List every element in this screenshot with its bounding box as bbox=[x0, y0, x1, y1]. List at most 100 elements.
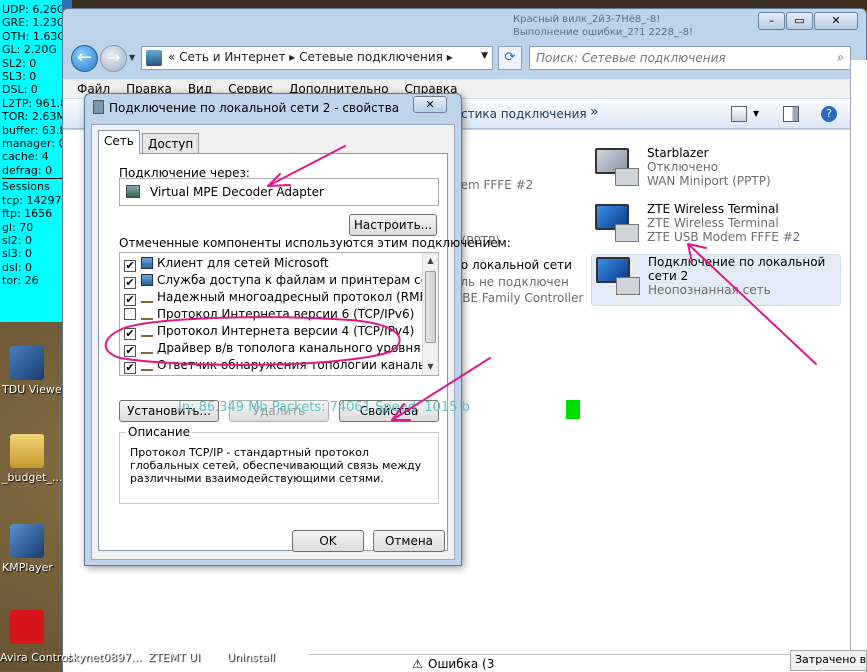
stat-line: manager: 0 bbox=[2, 137, 62, 151]
component-label: Клиент для сетей Microsoft bbox=[157, 256, 329, 270]
preview-pane-icon[interactable] bbox=[783, 106, 799, 122]
stat-line: TOR: 2.63M bbox=[2, 110, 62, 124]
chevron-down-icon[interactable]: ▼ bbox=[481, 51, 488, 61]
configure-button[interactable]: Настроить... bbox=[349, 214, 437, 236]
view-options-icon[interactable] bbox=[731, 106, 747, 122]
protocol-icon bbox=[141, 312, 153, 320]
ok-button[interactable]: OK bbox=[292, 530, 364, 552]
protocol-icon bbox=[141, 346, 153, 354]
close-button[interactable]: ✕ bbox=[814, 12, 858, 30]
error-icon: ⚠ bbox=[412, 657, 423, 671]
stat-line: OTH: 1.63G bbox=[2, 29, 62, 43]
component-checkbox[interactable]: ✔ bbox=[124, 362, 136, 374]
connection-local-area-2[interactable]: Подключение по локальной сети 2 Неопозна… bbox=[591, 254, 841, 306]
components-list[interactable]: ✔ Клиент для сетей Microsoft ✔ Служба досту… bbox=[119, 252, 439, 376]
desktop-icon-kmplayer[interactable]: KMPlayer bbox=[2, 524, 66, 574]
help-icon[interactable]: ? bbox=[821, 106, 837, 122]
component-checkbox[interactable]: ✔ bbox=[124, 328, 136, 340]
component-checkbox[interactable] bbox=[124, 308, 136, 320]
properties-dialog: Подключение по локальной сети 2 - свойст… bbox=[84, 93, 511, 566]
component-label: Служба доступа к файлам и принтерам сете… bbox=[157, 273, 434, 287]
refresh-button[interactable]: ⟳ bbox=[498, 46, 522, 70]
stat-line: SL3: 0 bbox=[2, 70, 37, 84]
network-adapter-icon bbox=[126, 185, 140, 198]
component-row[interactable]: ✔ Служба доступа к файлам и принтерам сет… bbox=[124, 273, 434, 290]
stat-line: SL2: 0 bbox=[2, 56, 37, 70]
elapsed-time-label: Затрачено вре bbox=[790, 650, 867, 671]
desktop-icon-tdu-viewer[interactable]: TDU Viewer bbox=[2, 346, 66, 396]
maximize-button[interactable]: ▭ bbox=[786, 12, 813, 30]
connection-zte-wireless[interactable]: ZTE Wireless Terminal ZTE Wireless Termi… bbox=[595, 202, 847, 252]
component-checkbox[interactable]: ✔ bbox=[124, 345, 136, 357]
network-client-icon bbox=[141, 274, 153, 286]
component-label: Надежный многоадресный протокол (RMP) bbox=[157, 290, 432, 304]
taskbar-label-avira[interactable]: Avira Control bbox=[0, 651, 71, 664]
session-line: tor: 26 bbox=[2, 274, 39, 288]
component-row[interactable]: ✔ Драйвер в/в тополога канального уровня bbox=[124, 341, 434, 358]
folder-icon bbox=[10, 434, 44, 468]
tdu-viewer-icon bbox=[10, 346, 44, 380]
background-window-edge bbox=[850, 60, 867, 671]
session-line: ftp: 1656 bbox=[2, 207, 53, 221]
taskbar-label-skynet[interactable]: skynet0897... bbox=[67, 651, 142, 664]
stat-line: buffer: 63.8 bbox=[2, 123, 62, 137]
component-label: Ответчик обнаружения топологии канальног… bbox=[157, 358, 434, 372]
stat-line: defrag: 0 bbox=[2, 163, 53, 177]
component-label: Протокол Интернета версии 6 (TCP/IPv6) bbox=[157, 307, 415, 321]
desktop-icon-avira[interactable] bbox=[2, 610, 66, 647]
session-line: Sessions bbox=[2, 180, 50, 194]
back-button[interactable]: ← bbox=[71, 45, 98, 72]
view-dropdown-icon[interactable]: ▼ bbox=[753, 109, 759, 118]
protocol-icon bbox=[141, 329, 153, 337]
avira-icon bbox=[10, 610, 44, 644]
search-input[interactable]: Поиск: Сетевые подключения ⌕ bbox=[529, 46, 851, 70]
minimize-button[interactable]: – bbox=[758, 12, 785, 30]
activity-indicator bbox=[566, 400, 580, 419]
stat-line: DSL: 0 bbox=[2, 83, 38, 97]
component-label: Протокол Интернета версии 4 (TCP/IPv4) bbox=[157, 324, 415, 338]
stat-line: GRE: 1.23G bbox=[2, 16, 62, 30]
network-folder-icon bbox=[146, 50, 162, 66]
components-scrollbar[interactable]: ▲ ▼ bbox=[422, 253, 438, 375]
network-speed-overlay: In: 86.349 Mb Packets: 74061 Speed: 1015… bbox=[178, 400, 470, 415]
network-tab-panel: Подключение через: Virtual MPE Decoder A… bbox=[98, 153, 511, 551]
stat-line: L2TP: 961.8 bbox=[2, 96, 62, 110]
breadcrumb-network-connections[interactable]: Сетевые подключения bbox=[299, 50, 443, 64]
stat-line: UDP: 6.26G bbox=[2, 3, 62, 16]
breadcrumb-network-internet[interactable]: Сеть и Интернет bbox=[179, 50, 285, 64]
session-line: sl3: 0 bbox=[2, 247, 32, 261]
stat-line: cache: 4 bbox=[2, 150, 49, 164]
session-line: gl: 70 bbox=[2, 220, 34, 234]
diagnose-connection-button[interactable]: стика подключения bbox=[461, 107, 587, 121]
network-computer-icon bbox=[595, 204, 639, 242]
component-row[interactable]: ✔ Надежный многоадресный протокол (RMP) bbox=[124, 290, 434, 307]
caption-blur: Красный вилк_2й3-7Нё8_-8! Выполнение оши… bbox=[513, 14, 693, 38]
tab-sharing[interactable]: Доступ bbox=[142, 133, 200, 155]
history-dropdown-icon[interactable]: ▼ bbox=[129, 53, 135, 62]
component-checkbox[interactable]: ✔ bbox=[124, 277, 136, 289]
session-line: tcp: 14297 bbox=[2, 193, 62, 207]
search-icon[interactable]: ⌕ bbox=[837, 50, 844, 65]
desktop-icon-budget[interactable]: _budget_... bbox=[2, 434, 66, 484]
network-adapter-icon bbox=[93, 100, 104, 114]
taskbar-label-ztemt[interactable]: ZTEMT UI bbox=[148, 651, 200, 664]
component-label: Драйвер в/в тополога канального уровня bbox=[157, 341, 421, 355]
more-commands-button[interactable]: » bbox=[590, 104, 599, 120]
component-checkbox[interactable]: ✔ bbox=[124, 260, 136, 272]
session-line: sl2: 0 bbox=[2, 233, 32, 247]
component-row[interactable]: ✔ Ответчик обнаружения топологии канально… bbox=[124, 358, 434, 375]
tab-network[interactable]: Сеть bbox=[98, 130, 140, 154]
forward-button[interactable]: → bbox=[100, 45, 127, 72]
cancel-button[interactable]: Отмена bbox=[373, 530, 445, 552]
session-line: dsl: 0 bbox=[2, 260, 32, 274]
component-row[interactable]: ✔ Протокол Интернета версии 4 (TCP/IPv4) bbox=[124, 324, 434, 341]
component-row[interactable]: ✔ Клиент для сетей Microsoft bbox=[124, 256, 434, 273]
network-client-icon bbox=[141, 257, 153, 269]
component-checkbox[interactable]: ✔ bbox=[124, 294, 136, 306]
component-row[interactable]: Протокол Интернета версии 6 (TCP/IPv6) bbox=[124, 307, 434, 324]
connection-starblazer[interactable]: Starblazer Отключено WAN Miniport (PPTP) bbox=[595, 146, 847, 196]
dialog-close-button[interactable]: ✕ bbox=[413, 96, 447, 113]
adapter-field: Virtual MPE Decoder Adapter bbox=[119, 178, 439, 206]
address-bar[interactable]: « Сеть и Интернет ▸ Сетевые подключения … bbox=[141, 46, 493, 70]
taskbar-label-uninstall[interactable]: Uninstall bbox=[227, 651, 275, 664]
